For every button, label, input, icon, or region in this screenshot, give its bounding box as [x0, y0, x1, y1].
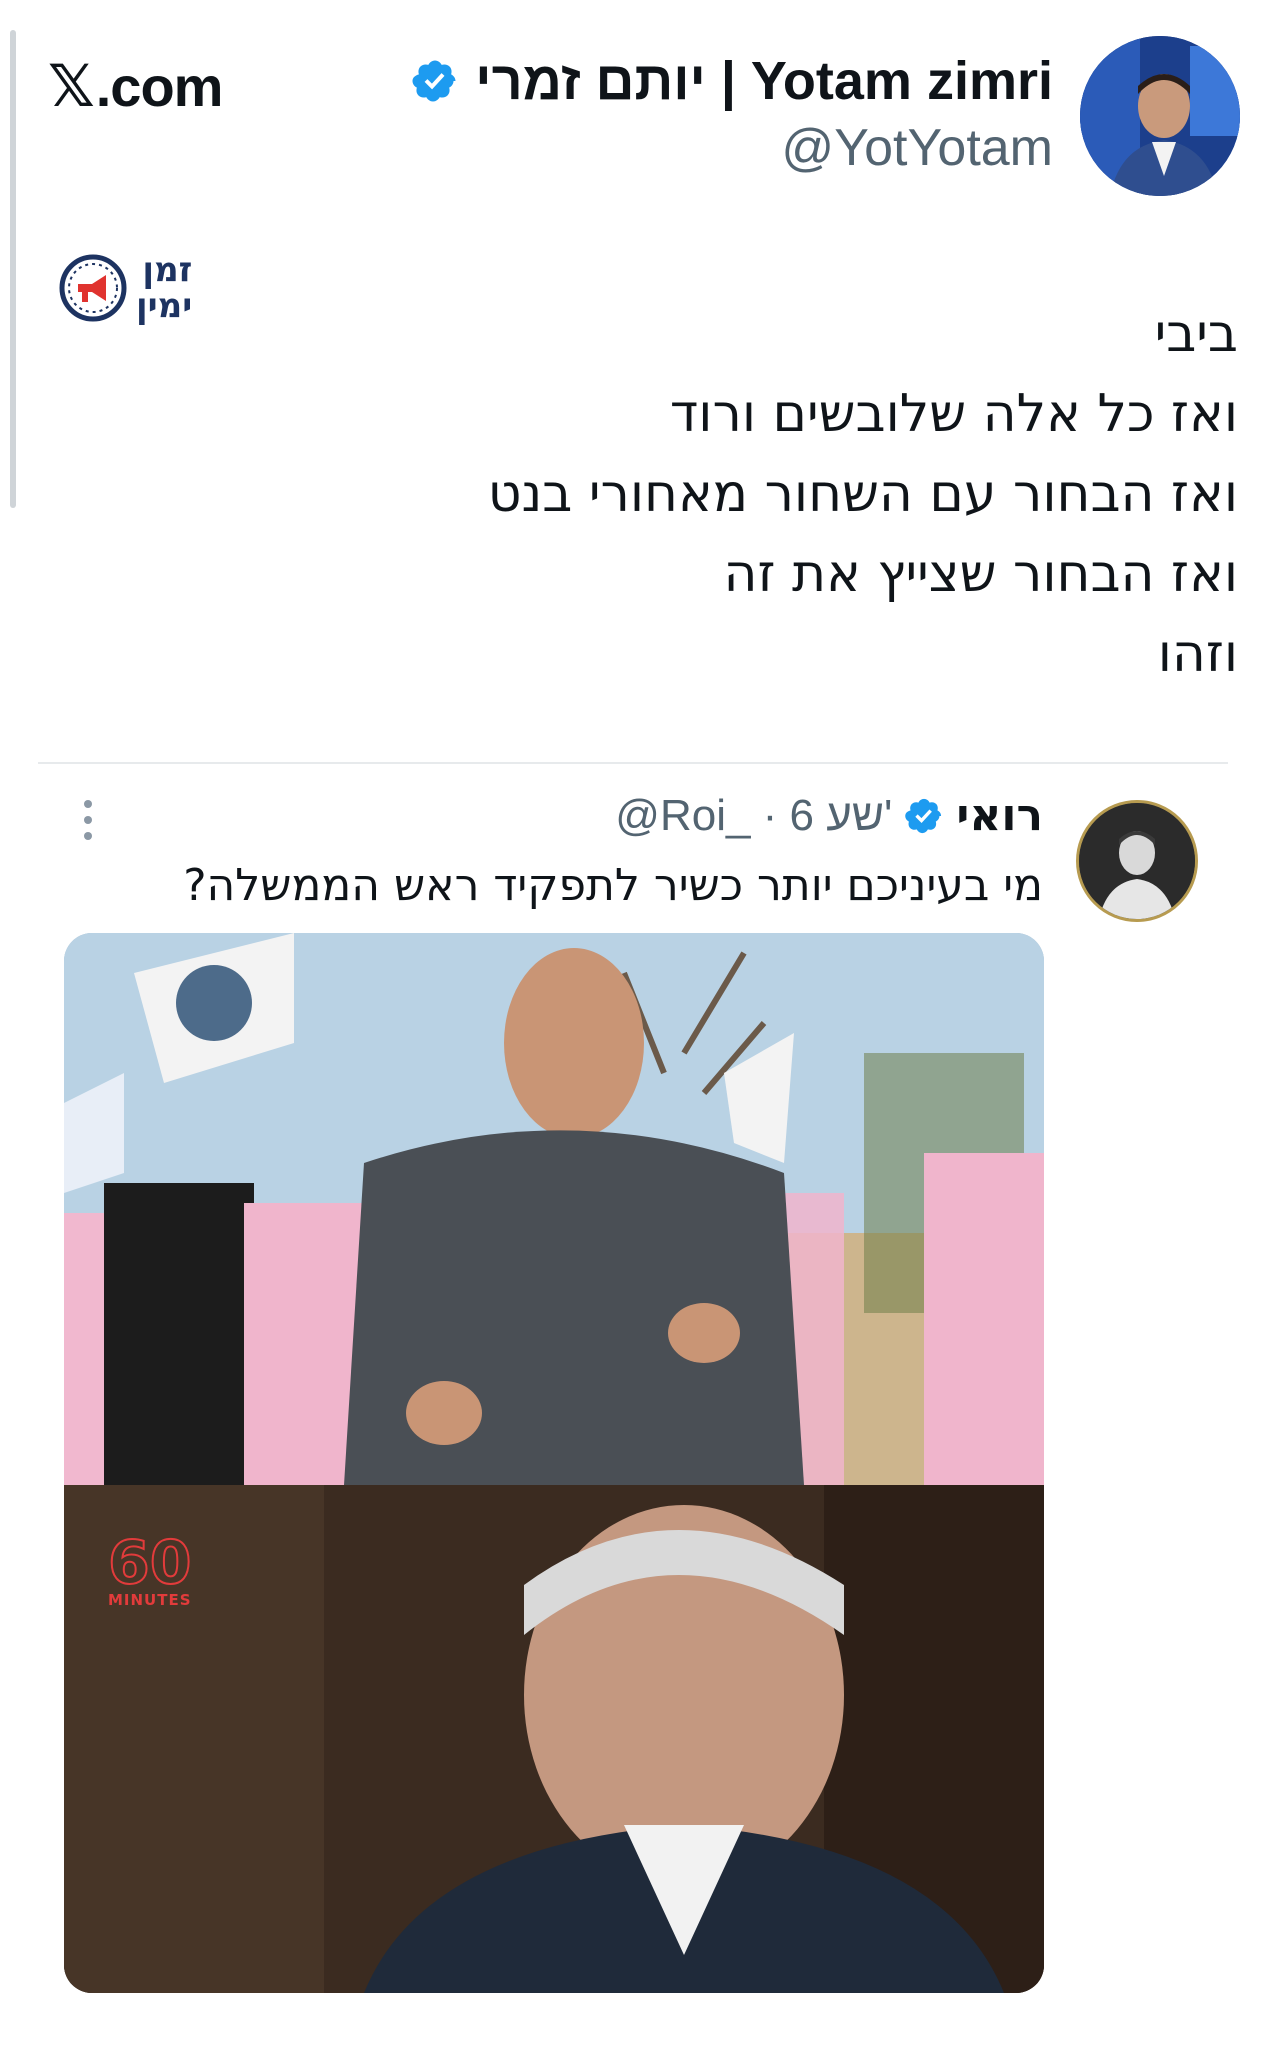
tweet-line: ביבי	[1154, 304, 1238, 364]
author-avatar-image	[1080, 36, 1240, 196]
tweet-line: וזהו	[1157, 624, 1238, 684]
thread-rule	[10, 30, 16, 508]
tweet-line: ואז כל אלה שלובשים ורוד	[669, 384, 1238, 444]
photo-runners	[64, 933, 1044, 1485]
network-logo-word: MINUTES	[108, 1591, 192, 1609]
quoted-tweet-image[interactable]: 60 MINUTES	[64, 933, 1044, 1993]
tweet-line: ואז הבחור עם השחור מאחורי בנט	[487, 464, 1238, 524]
more-options-icon[interactable]	[82, 800, 94, 844]
author-avatar[interactable]	[1080, 36, 1240, 196]
photo-interview: 60 MINUTES	[64, 1485, 1044, 1993]
network-logo-number: 60	[107, 1528, 192, 1598]
megaphone-clock-icon	[59, 254, 127, 322]
site-label[interactable]: 𝕏 .com	[48, 52, 224, 120]
tweet-line: ואז הבחור שצייץ את זה	[723, 544, 1239, 604]
interview-illustration	[64, 1485, 1044, 1993]
divider	[38, 762, 1228, 764]
quoted-author-avatar[interactable]	[1076, 800, 1198, 922]
author-handle[interactable]: @YotYotam	[781, 118, 1053, 178]
brand-line-1: זמן	[142, 250, 193, 290]
quoted-author-name[interactable]: רואי	[956, 790, 1043, 841]
tweet-body: ביבי ואז כל אלה שלובשים ורוד ואז הבחור ע…	[238, 294, 1238, 694]
verified-badge-icon	[412, 60, 456, 102]
quoted-avatar-image	[1079, 803, 1195, 919]
brand-logo: זמן ימין	[58, 252, 192, 324]
site-domain: .com	[95, 55, 224, 118]
author-name-row: יותם זמרי | Yotam zimri	[411, 50, 1053, 112]
network-logo: 60 MINUTES	[107, 1528, 192, 1609]
brand-line-2: ימין	[136, 286, 193, 326]
brand-wordmark: זמן ימין	[136, 252, 192, 324]
quoted-tweet-text: מי בעיניכם יותר כשיר לתפקיד ראש הממשלה?	[183, 860, 1043, 911]
runners-illustration	[64, 933, 1044, 1485]
author-name[interactable]: יותם זמרי | Yotam zimri	[475, 50, 1053, 112]
x-logo-icon: 𝕏	[48, 54, 95, 119]
quoted-handle-time[interactable]: @Roi_ · 6 שע'	[615, 791, 892, 841]
verified-badge-icon	[905, 798, 942, 833]
quoted-tweet-header: רואי @Roi_ · 6 שע'	[615, 790, 1043, 841]
